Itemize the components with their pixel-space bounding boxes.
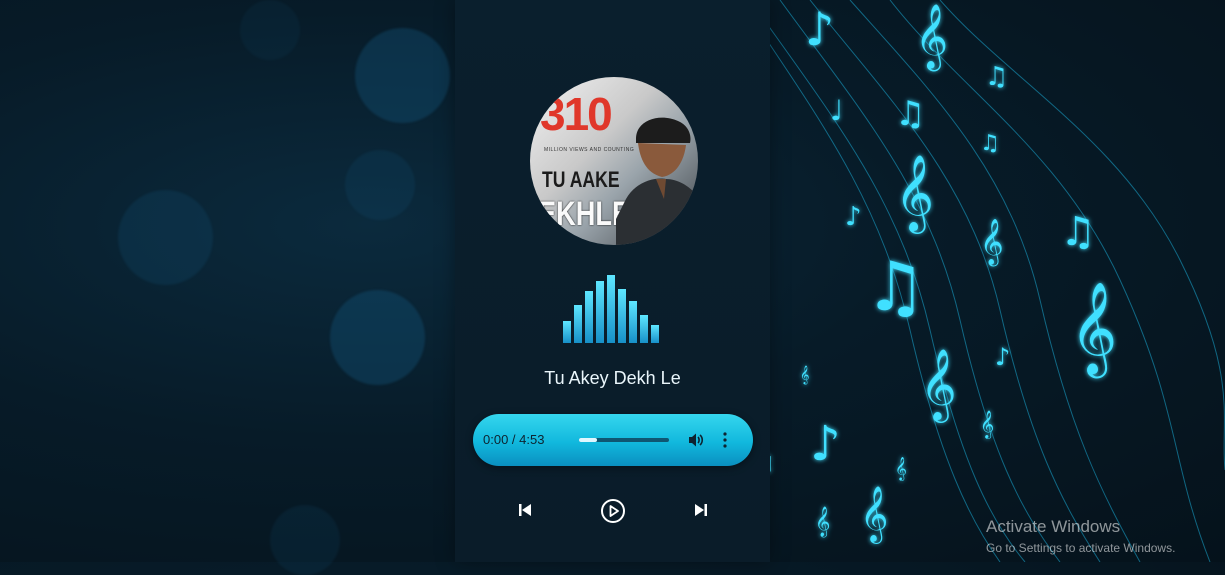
- bokeh-circle: [355, 28, 450, 123]
- bokeh-circle: [345, 150, 415, 220]
- music-note-icon: ♩: [830, 94, 843, 127]
- bokeh-circle: [330, 290, 425, 385]
- progress-slider[interactable]: [579, 438, 669, 442]
- bokeh-circle: [240, 0, 300, 60]
- music-note-icon: ♪: [810, 416, 841, 472]
- more-options-icon[interactable]: [721, 431, 729, 449]
- time-display: 0:00 / 4:53: [483, 432, 545, 447]
- equalizer-bars: [563, 275, 659, 343]
- play-button[interactable]: [599, 497, 627, 525]
- treble-clef-icon: 𝄞: [980, 410, 994, 439]
- music-note-icon: ♫: [980, 131, 1000, 156]
- music-note-icon: ♪: [995, 343, 1010, 371]
- treble-clef-icon: 𝄞: [800, 365, 809, 385]
- watermark-title: Activate Windows: [986, 517, 1121, 536]
- watermark-subtitle: Go to Settings to activate Windows.: [986, 541, 1176, 555]
- progress-fill: [579, 438, 597, 442]
- music-note-icon: ♫: [985, 62, 1008, 92]
- treble-clef-icon: 𝄞: [920, 347, 957, 423]
- previous-button[interactable]: [511, 496, 539, 524]
- treble-clef-icon: 𝄞: [815, 506, 830, 538]
- treble-clef-icon: 𝄞: [895, 154, 934, 234]
- artist-photo: [616, 117, 698, 245]
- cover-number: 310: [540, 88, 613, 140]
- bokeh-circle: [270, 505, 340, 575]
- music-note-icon: ♫: [895, 94, 925, 134]
- music-notes-decoration: ♪ 𝄞 ♫ ♫ ♩ ♫ 𝄞 ♪ 𝄞 ♫ ♫ 𝄞 𝄞 ♪ 𝄞 ♪ 𝄞 ♫ 𝄞 𝄞 …: [740, 0, 1225, 562]
- activate-windows-watermark: Activate Windows Go to Settings to activ…: [986, 517, 1175, 555]
- next-button[interactable]: [687, 496, 715, 524]
- music-note-icon: ♪: [845, 202, 862, 232]
- treble-clef-icon: 𝄞: [915, 4, 948, 71]
- music-player-card: 310 MILLION VIEWS AND COUNTING TU AAKE E…: [455, 0, 770, 562]
- skip-previous-icon: [519, 504, 531, 516]
- play-circle-icon: [601, 499, 625, 523]
- skip-next-icon: [695, 504, 707, 516]
- treble-clef-icon: 𝄞: [895, 456, 907, 481]
- music-note-icon: ♪: [805, 2, 834, 56]
- song-title: Tu Akey Dekh Le: [544, 368, 681, 388]
- music-note-icon: ♫: [865, 248, 926, 327]
- bokeh-circle: [118, 190, 213, 285]
- music-note-icon: ♫: [1060, 209, 1096, 255]
- treble-clef-icon: 𝄞: [1070, 281, 1117, 378]
- volume-icon[interactable]: [687, 431, 705, 449]
- album-cover: 310 MILLION VIEWS AND COUNTING TU AAKE E…: [530, 77, 698, 245]
- treble-clef-icon: 𝄞: [860, 486, 888, 544]
- treble-clef-icon: 𝄞: [980, 219, 1004, 267]
- audio-player[interactable]: 0:00 / 4:53: [473, 414, 753, 466]
- cover-title-line1: TU AAKE: [542, 167, 620, 192]
